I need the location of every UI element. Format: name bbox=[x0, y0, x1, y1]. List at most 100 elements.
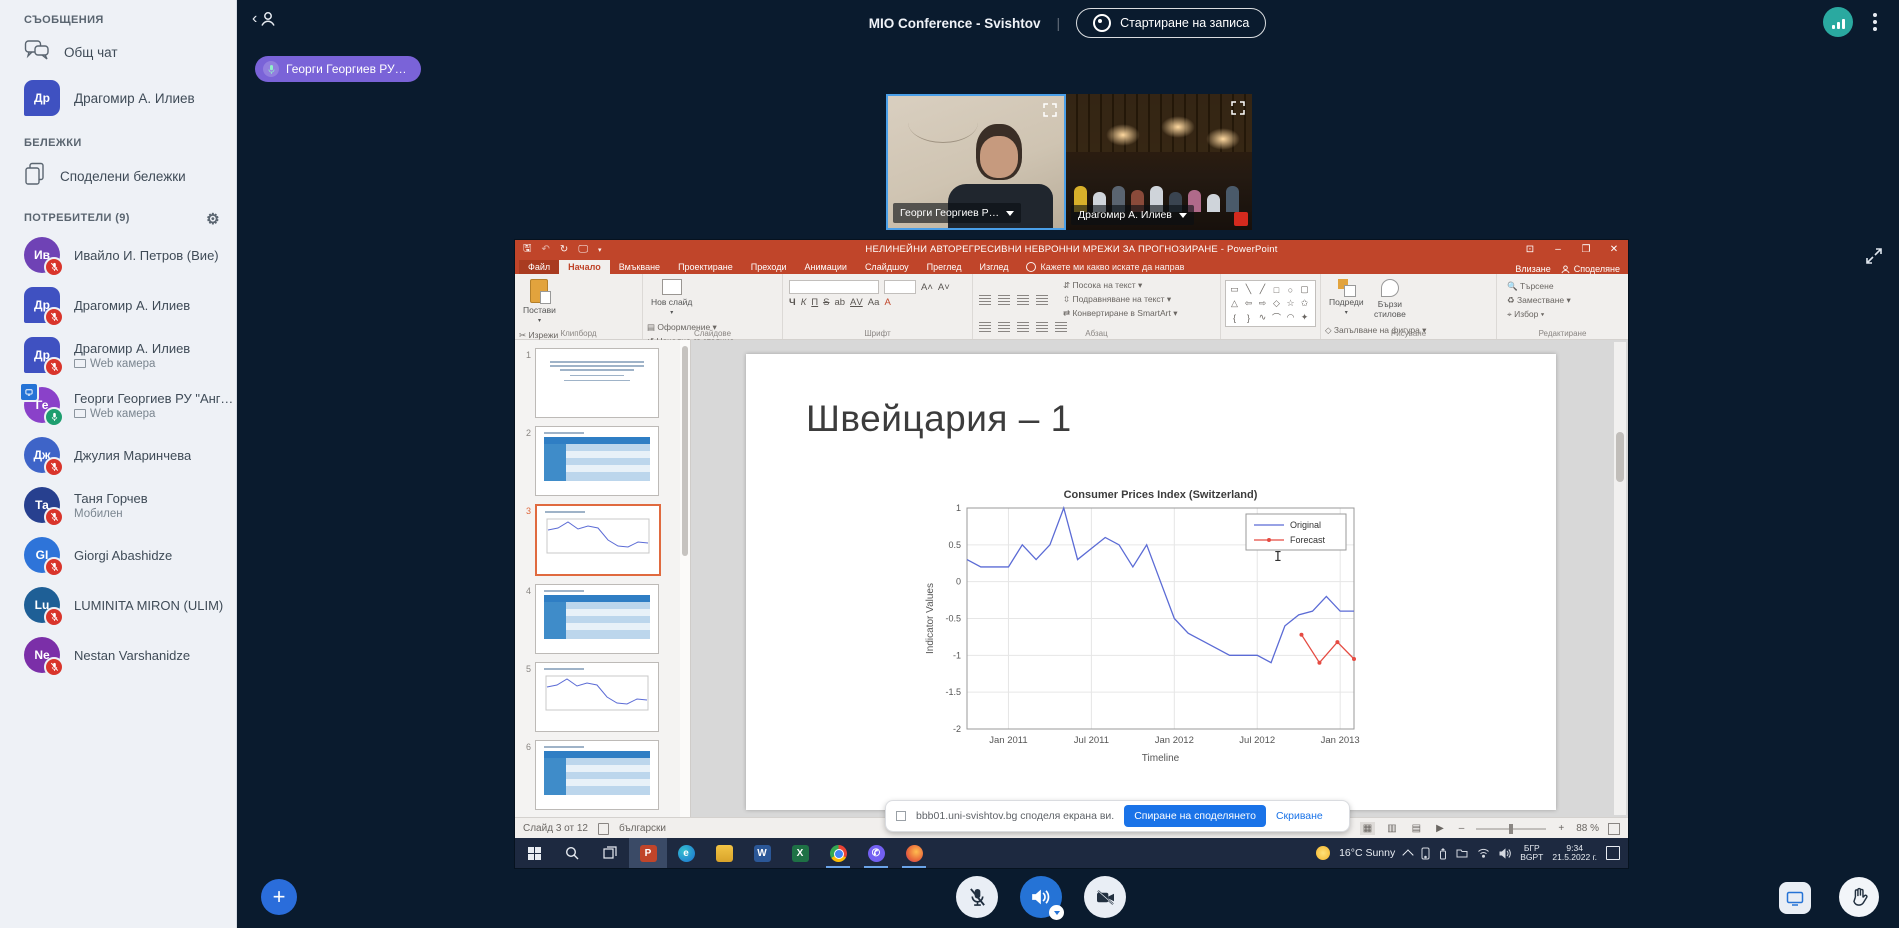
shape-option[interactable]: ✦ bbox=[1298, 311, 1311, 324]
user-list-item[interactable]: Та Таня ГорчевМобилен bbox=[0, 480, 236, 530]
webcam-name-dropdown[interactable]: Драгомир А. Илиев bbox=[1071, 205, 1194, 225]
taskbar-edge-button[interactable]: e bbox=[667, 838, 705, 868]
tab-изглед[interactable]: Изглед bbox=[970, 260, 1017, 274]
audio-options-badge[interactable] bbox=[1049, 905, 1064, 920]
shape-option[interactable]: ✩ bbox=[1298, 297, 1311, 310]
shape-option[interactable]: ◇ bbox=[1270, 297, 1283, 310]
line-spacing-button[interactable] bbox=[1036, 295, 1048, 305]
font-style-button-7[interactable]: А bbox=[884, 297, 890, 308]
user-list-item[interactable]: Др Драгомир А. ИлиевWeb камера bbox=[0, 330, 236, 380]
zoom-in-button[interactable]: + bbox=[1555, 822, 1567, 835]
new-slide-button[interactable]: Нов слайд▾ bbox=[651, 279, 692, 316]
stop-sharing-button[interactable]: Спиране на споделянето bbox=[1124, 805, 1266, 827]
quick-styles-button[interactable]: Бързи стилове bbox=[1374, 279, 1406, 319]
user-list-item[interactable]: GI Giorgi Abashidze bbox=[0, 530, 236, 580]
bullets-button[interactable] bbox=[979, 295, 991, 305]
shape-option[interactable]: { bbox=[1228, 311, 1241, 324]
shared-notes-item[interactable]: Споделени бележки bbox=[0, 155, 236, 198]
phone-icon[interactable] bbox=[1421, 847, 1430, 860]
zoom-slider[interactable] bbox=[1476, 828, 1546, 830]
users-settings-gear-icon[interactable]: ⚙ bbox=[206, 210, 220, 228]
shape-option[interactable]: ⌒ bbox=[1270, 311, 1283, 324]
slide-thumbnail-2[interactable] bbox=[535, 426, 659, 496]
shape-option[interactable]: ⇨ bbox=[1256, 297, 1269, 310]
tab-преходи[interactable]: Преходи bbox=[742, 260, 796, 274]
shape-option[interactable]: □ bbox=[1270, 283, 1283, 296]
shape-option[interactable]: ◠ bbox=[1284, 311, 1297, 324]
webcam-fullscreen-icon[interactable] bbox=[1041, 101, 1059, 119]
user-list-item[interactable]: Др Драгомир А. Илиев bbox=[0, 280, 236, 330]
webcam-name-dropdown[interactable]: Георги Георгиев Р… bbox=[893, 203, 1021, 223]
shape-option[interactable]: ○ bbox=[1284, 283, 1297, 296]
talking-indicator[interactable]: Георги Георгиев РУ… bbox=[255, 56, 421, 82]
shape-option[interactable]: △ bbox=[1228, 297, 1241, 310]
shape-option[interactable]: ╲ bbox=[1242, 283, 1255, 296]
tab-вмъкване[interactable]: Вмъкване bbox=[610, 260, 669, 274]
weather-label[interactable]: 16°C Sunny bbox=[1339, 847, 1395, 859]
slide-sorter-view-button[interactable]: ▥ bbox=[1384, 822, 1399, 835]
private-chat-item[interactable]: ДрДрагомир А. Илиев bbox=[0, 73, 236, 123]
paste-button[interactable]: Постави▾ bbox=[523, 279, 556, 324]
camera-button[interactable] bbox=[1084, 876, 1126, 918]
find-button[interactable]: 🔍 Търсене bbox=[1507, 281, 1571, 292]
replace-button[interactable]: ♻ Заместване ▾ bbox=[1507, 295, 1571, 306]
shape-option[interactable]: ╱ bbox=[1256, 283, 1269, 296]
select-button[interactable]: ⌖ Избор ▾ bbox=[1507, 309, 1571, 320]
qat-customize-icon[interactable]: ▾ bbox=[598, 246, 602, 254]
actions-plus-button[interactable]: + bbox=[261, 879, 297, 915]
user-list-item[interactable]: Ne Nestan Varshanidze bbox=[0, 630, 236, 680]
taskbar-start-button[interactable] bbox=[515, 838, 553, 868]
network-icon[interactable] bbox=[1477, 848, 1490, 858]
slide-panel-scrollbar[interactable] bbox=[680, 340, 690, 817]
indent-button[interactable] bbox=[1017, 295, 1029, 305]
restore-presentation-button[interactable] bbox=[1779, 882, 1811, 914]
shape-option[interactable]: ∿ bbox=[1256, 311, 1269, 324]
tab-file[interactable]: Файл bbox=[519, 260, 559, 274]
shape-option[interactable]: ▢ bbox=[1298, 283, 1311, 296]
options-menu-button[interactable] bbox=[1869, 9, 1881, 35]
shape-option[interactable]: } bbox=[1242, 311, 1255, 324]
user-list-item[interactable]: Дж Джулия Маринчева bbox=[0, 430, 236, 480]
fullscreen-presentation-button[interactable] bbox=[1864, 246, 1884, 271]
slideshow-icon[interactable]: 🖵 bbox=[578, 244, 588, 255]
spellcheck-icon[interactable] bbox=[598, 823, 609, 835]
taskbar-viber-button[interactable]: ✆ bbox=[857, 838, 895, 868]
shrink-font-button[interactable]: A˅ bbox=[938, 282, 950, 293]
shape-option[interactable]: ⇦ bbox=[1242, 297, 1255, 310]
folder-tray-icon[interactable] bbox=[1456, 848, 1468, 858]
align-text-button[interactable]: ⇳ Подравняване на текст ▾ bbox=[1063, 294, 1177, 305]
font-size-select[interactable] bbox=[884, 280, 916, 294]
tab-начало[interactable]: Начало bbox=[559, 260, 610, 274]
tab-слайдшоу[interactable]: Слайдшоу bbox=[856, 260, 918, 274]
tab-анимации[interactable]: Анимации bbox=[796, 260, 856, 274]
save-icon[interactable]: 🖫 bbox=[523, 241, 532, 258]
toggle-userlist-button[interactable]: ‹ bbox=[252, 10, 277, 28]
slide-thumbnail-6[interactable] bbox=[535, 740, 659, 810]
mute-button[interactable] bbox=[956, 876, 998, 918]
font-style-button-4[interactable]: ab bbox=[834, 297, 845, 308]
user-list-item[interactable]: Ге Георги Георгиев РУ "Ангел Кънч…Web ка… bbox=[0, 380, 236, 430]
close-button[interactable]: ✕ bbox=[1600, 240, 1628, 259]
usb-icon[interactable] bbox=[1439, 847, 1447, 860]
shapes-gallery[interactable]: ▭╲╱□○▢△⇦⇨◇☆✩{}∿⌒◠✦ bbox=[1225, 280, 1316, 327]
slideshow-view-button[interactable]: ▶ bbox=[1433, 822, 1447, 835]
sign-in-button[interactable]: Влизане bbox=[1515, 264, 1550, 274]
current-slide[interactable]: Швейцария – 1 10.50-0.5-1-1.5-2Jan 2011J… bbox=[746, 354, 1556, 810]
slide-thumbnail-5[interactable] bbox=[535, 662, 659, 732]
volume-icon[interactable] bbox=[1499, 848, 1511, 859]
hide-notification-link[interactable]: Скриване bbox=[1276, 810, 1323, 822]
taskbar-chrome-button[interactable] bbox=[819, 838, 857, 868]
normal-view-button[interactable]: ▦ bbox=[1360, 822, 1375, 835]
zoom-level[interactable]: 88 % bbox=[1576, 823, 1599, 834]
canvas-scrollbar[interactable] bbox=[1614, 342, 1626, 815]
fit-slide-button[interactable] bbox=[1608, 823, 1620, 835]
language-label[interactable]: български bbox=[619, 823, 666, 834]
restore-button[interactable]: ❐ bbox=[1572, 240, 1600, 259]
taskbar-word-button[interactable]: W bbox=[743, 838, 781, 868]
reading-view-button[interactable]: ▤ bbox=[1409, 822, 1424, 835]
start-recording-button[interactable]: Стартиране на записа bbox=[1076, 8, 1266, 38]
taskbar-search-button[interactable] bbox=[553, 838, 591, 868]
public-chat-item[interactable]: Общ чат bbox=[0, 32, 236, 73]
user-list-item[interactable]: Lu LUMINITA MIRON (ULIM) bbox=[0, 580, 236, 630]
tray-expand-icon[interactable] bbox=[1403, 849, 1414, 860]
